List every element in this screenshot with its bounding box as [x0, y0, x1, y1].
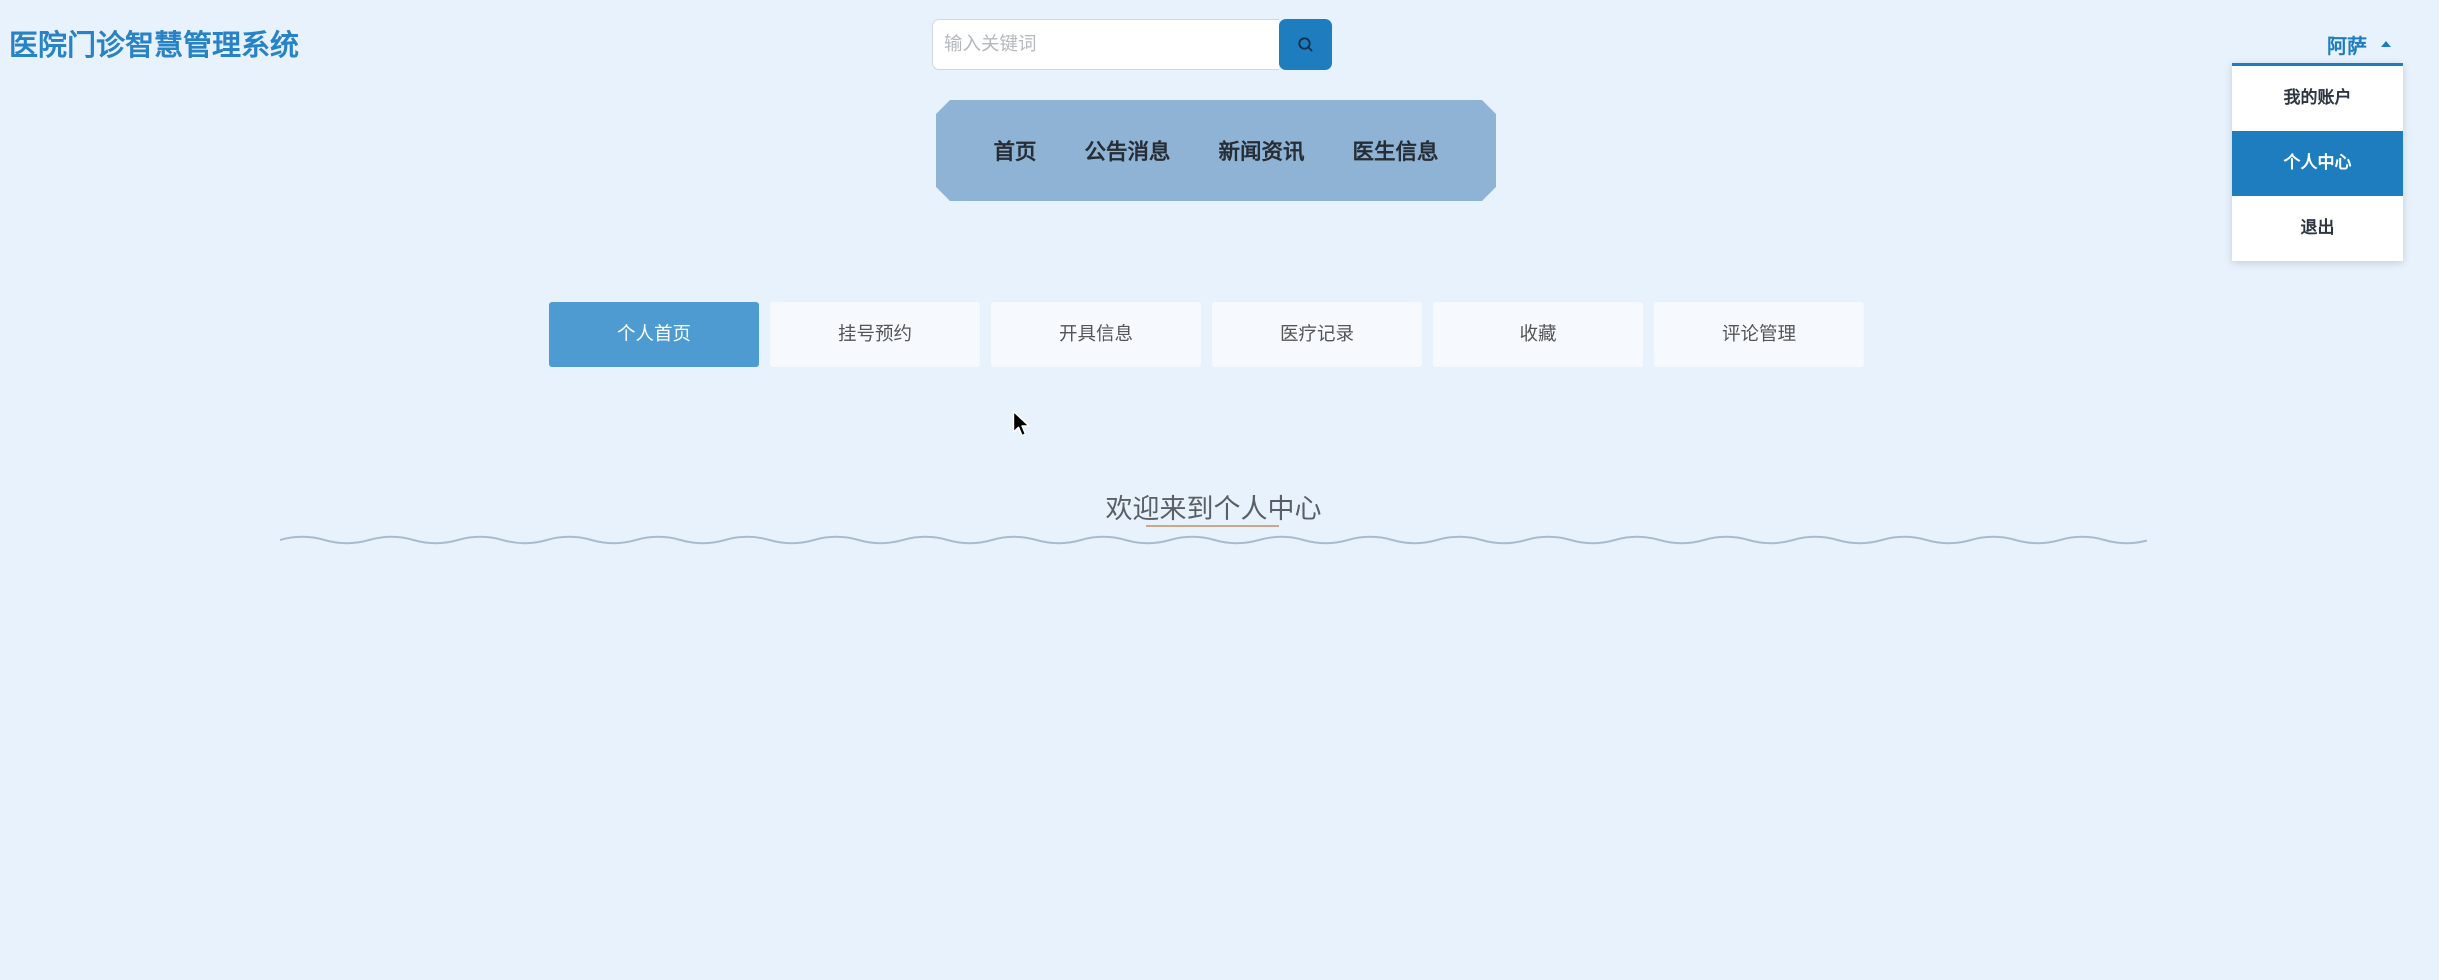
tab-prescription[interactable]: 开具信息 [991, 302, 1201, 367]
tab-appointment[interactable]: 挂号预约 [770, 302, 980, 367]
search-bar [932, 19, 1332, 70]
tab-comments[interactable]: 评论管理 [1654, 302, 1864, 367]
dropdown-item-logout[interactable]: 退出 [2232, 196, 2403, 261]
user-name: 阿萨 [2327, 33, 2367, 58]
search-button[interactable] [1279, 19, 1332, 70]
mouse-pointer-icon [1012, 410, 1030, 437]
caret-up-icon [2381, 41, 2391, 47]
dropdown-item-personal-center[interactable]: 个人中心 [2232, 131, 2403, 196]
wave-divider [280, 535, 2147, 545]
welcome-underline [1146, 525, 1279, 527]
user-dropdown: 我的账户 个人中心 退出 [2232, 63, 2403, 261]
nav-item-home[interactable]: 首页 [993, 135, 1036, 166]
welcome-heading: 欢迎来到个人中心 [1105, 494, 1322, 525]
nav-item-doctors[interactable]: 医生信息 [1353, 135, 1439, 166]
nav-item-news[interactable]: 新闻资讯 [1219, 135, 1305, 166]
dropdown-item-my-account[interactable]: 我的账户 [2232, 66, 2403, 131]
search-input[interactable] [932, 19, 1279, 70]
tab-personal-home[interactable]: 个人首页 [549, 302, 759, 367]
page: { "app": { "title": "医院门诊智慧管理系统" }, "sea… [0, 0, 2439, 980]
search-icon [1297, 36, 1314, 53]
main-nav: 首页 公告消息 新闻资讯 医生信息 [936, 100, 1496, 201]
user-menu-toggle[interactable]: 阿萨 [2327, 30, 2391, 58]
tab-medical-records[interactable]: 医疗记录 [1212, 302, 1422, 367]
app-title: 医院门诊智慧管理系统 [9, 28, 300, 62]
nav-item-announcements[interactable]: 公告消息 [1084, 135, 1170, 166]
tab-favorites[interactable]: 收藏 [1433, 302, 1643, 367]
personal-center-tabs: 个人首页 挂号预约 开具信息 医疗记录 收藏 评论管理 [549, 302, 1864, 367]
